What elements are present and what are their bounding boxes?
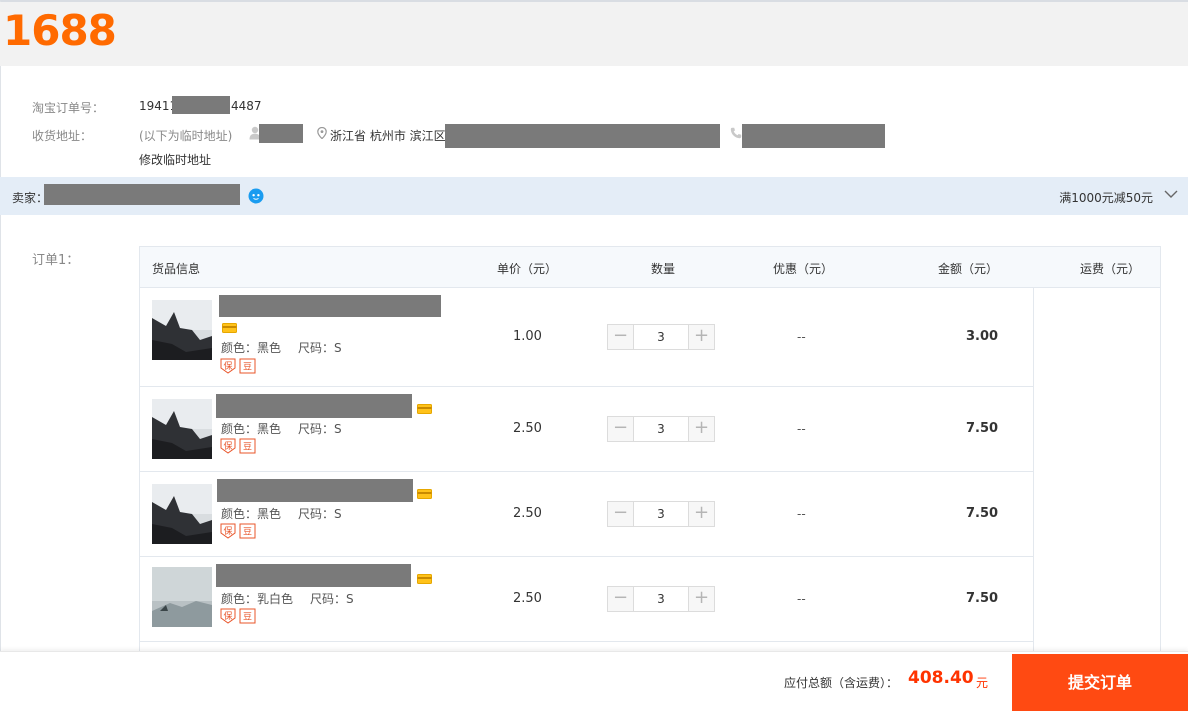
product-thumbnail[interactable] (152, 484, 212, 544)
card-badge-icon (417, 574, 432, 584)
svg-text:豆: 豆 (243, 612, 252, 623)
chevron-down-icon[interactable] (1164, 189, 1178, 199)
table-row: 颜色：黑色 尺码：S 保 豆 1.00 − 3 + -- 3.00 (140, 288, 1033, 387)
col-quantity: 数量 (651, 262, 676, 276)
redacted-product-title (219, 295, 441, 317)
quantity-input[interactable]: 3 (635, 325, 687, 349)
guarantee-badge-icon: 保 豆 (220, 438, 256, 454)
qty-plus-button[interactable]: + (688, 502, 714, 526)
qty-plus-button[interactable]: + (688, 587, 714, 611)
submit-order-button[interactable]: 提交订单 (1012, 654, 1188, 711)
card-badge-icon (222, 323, 237, 333)
redacted-product-title (216, 394, 412, 418)
amount-value: 3.00 (966, 329, 999, 344)
temp-address-note: (以下为临时地址) (139, 129, 233, 143)
table-row: 颜色：乳白色 尺码：S 保 豆 2.50 − 3 + -- 7.50 (140, 557, 1033, 642)
qty-plus-button[interactable]: + (688, 325, 714, 349)
svg-text:豆: 豆 (243, 527, 252, 538)
col-unit-price: 单价（元） (497, 262, 558, 276)
product-thumbnail[interactable] (152, 300, 212, 360)
svg-text:保: 保 (223, 610, 232, 622)
discount-value: -- (797, 592, 806, 606)
unit-price: 2.50 (513, 421, 542, 436)
redacted-order-number (172, 96, 230, 114)
product-thumbnail[interactable] (152, 567, 212, 627)
unit-price: 1.00 (513, 329, 542, 344)
color-spec: 颜色：黑色 (221, 507, 282, 521)
order-table: 货品信息 单价（元） 数量 优惠（元） 金额（元） 运费（元） 颜色：黑色 尺码… (139, 246, 1161, 668)
amount-value: 7.50 (966, 421, 999, 436)
total-amount: 408.40 (908, 668, 974, 688)
size-spec: 尺码：S (298, 507, 342, 521)
address-label: 收货地址： (32, 129, 93, 143)
color-spec: 颜色：乳白色 (221, 592, 294, 606)
table-row: 颜色：黑色 尺码：S 保 豆 2.50 − 3 + -- 7.50 (140, 472, 1033, 557)
qty-minus-button[interactable]: − (608, 587, 634, 611)
unit-price: 2.50 (513, 591, 542, 606)
qty-plus-button[interactable]: + (688, 417, 714, 441)
qty-minus-button[interactable]: − (608, 325, 634, 349)
quantity-input[interactable]: 3 (635, 417, 687, 441)
svg-text:豆: 豆 (243, 442, 252, 453)
size-spec: 尺码：S (298, 422, 342, 436)
seller-label: 卖家： (12, 191, 49, 205)
quantity-stepper: − 3 + (607, 416, 715, 442)
discount-value: -- (797, 422, 806, 436)
color-spec: 颜色：黑色 (221, 341, 282, 355)
svg-text:保: 保 (223, 360, 232, 372)
amount-value: 7.50 (966, 506, 999, 521)
total-unit: 元 (976, 676, 989, 690)
card-badge-icon (417, 404, 432, 414)
guarantee-badge-icon: 保 豆 (220, 358, 256, 374)
table-header: 货品信息 单价（元） 数量 优惠（元） 金额（元） 运费（元） (140, 247, 1160, 288)
svg-text:保: 保 (223, 525, 232, 537)
quantity-input[interactable]: 3 (635, 502, 687, 526)
col-freight: 运费（元） (1080, 262, 1141, 276)
quantity-input[interactable]: 3 (635, 587, 687, 611)
discount-value: -- (797, 330, 806, 344)
guarantee-badge-icon: 保 豆 (220, 608, 256, 624)
taobao-order-label: 淘宝订单号： (32, 101, 105, 115)
redacted-product-title (216, 564, 411, 587)
site-header: 1688 (0, 2, 1188, 66)
table-row: 颜色：黑色 尺码：S 保 豆 2.50 − 3 + -- 7.50 (140, 387, 1033, 472)
unit-price: 2.50 (513, 506, 542, 521)
promotion-text[interactable]: 满1000元减50元 (1059, 189, 1153, 206)
quantity-stepper: − 3 + (607, 324, 715, 350)
total-label: 应付总额（含运费）： (784, 676, 899, 690)
size-spec: 尺码：S (298, 341, 342, 355)
qty-minus-button[interactable]: − (608, 502, 634, 526)
redacted-product-title (217, 479, 413, 502)
col-amount: 金额（元） (938, 262, 999, 276)
order-number-suffix: 4487 (231, 99, 262, 113)
location-pin-icon (317, 127, 327, 139)
color-spec: 颜色：黑色 (221, 422, 282, 436)
card-badge-icon (417, 489, 432, 499)
svg-text:豆: 豆 (243, 362, 252, 373)
product-thumbnail[interactable] (152, 399, 212, 459)
svg-text:保: 保 (223, 440, 232, 452)
phone-icon (730, 127, 742, 139)
size-spec: 尺码：S (310, 592, 354, 606)
qty-minus-button[interactable]: − (608, 417, 634, 441)
address-region: 浙江省 杭州市 滨江区 (330, 129, 446, 143)
redacted-street-address (445, 124, 720, 148)
col-product-info: 货品信息 (152, 262, 201, 276)
chat-icon[interactable] (248, 188, 264, 204)
guarantee-badge-icon: 保 豆 (220, 523, 256, 539)
order-label: 订单1： (32, 253, 80, 268)
quantity-stepper: − 3 + (607, 586, 715, 612)
col-discount: 优惠（元） (773, 262, 834, 276)
discount-value: -- (797, 507, 806, 521)
edit-temp-address-link[interactable]: 修改临时地址 (139, 151, 211, 168)
redacted-phone-number (742, 124, 885, 148)
freight-cell (1033, 288, 1034, 668)
quantity-stepper: − 3 + (607, 501, 715, 527)
amount-value: 7.50 (966, 591, 999, 606)
redacted-recipient-name (259, 124, 303, 143)
logo-1688[interactable]: 1688 (3, 6, 117, 56)
checkout-footer: 应付总额（含运费）： 408.40 元 提交订单 (0, 651, 1188, 711)
redacted-seller-name (44, 184, 240, 205)
